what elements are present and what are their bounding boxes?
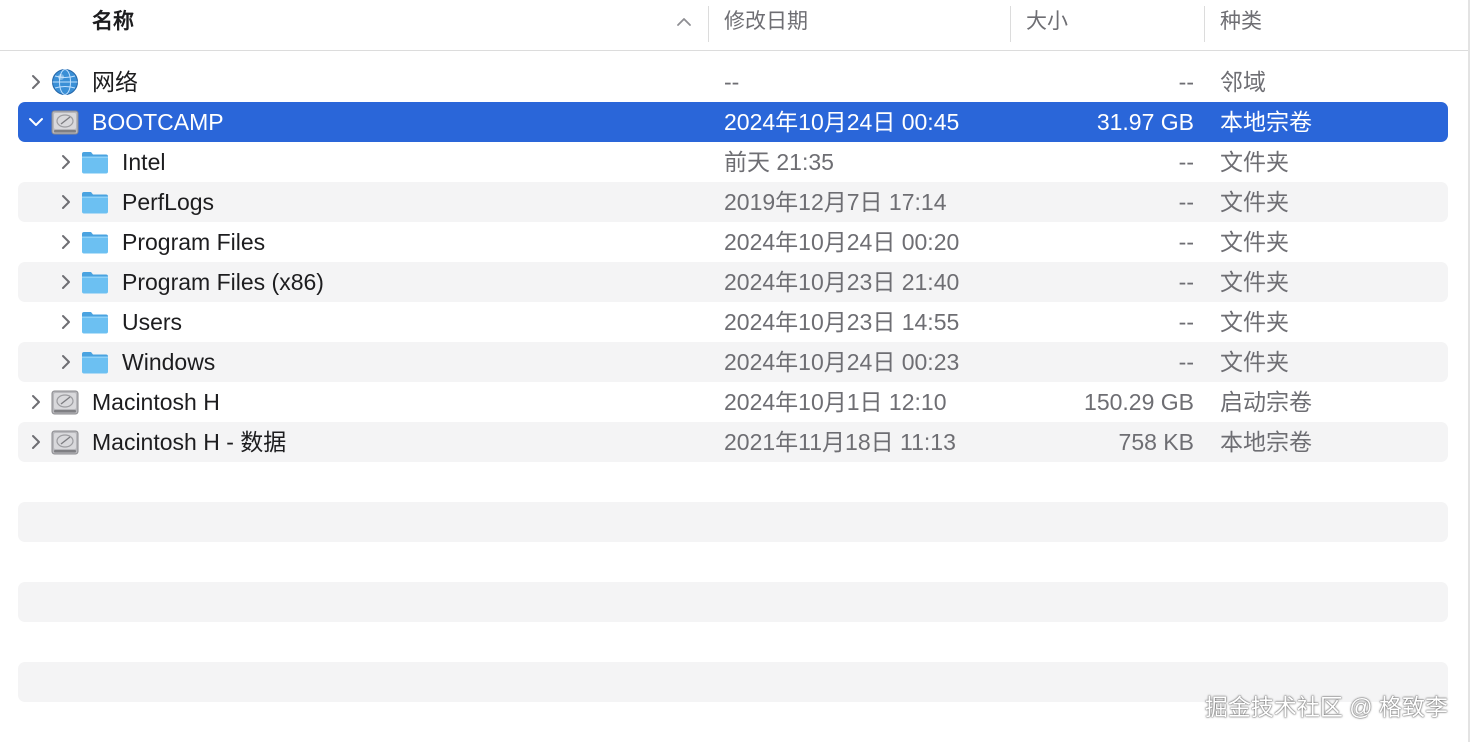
row-date: 2024年10月24日 00:20 [724, 229, 960, 255]
disclosure-chevron-right-icon[interactable] [58, 154, 74, 170]
row-name: PerfLogs [122, 189, 215, 215]
row-size: -- [1178, 149, 1194, 175]
folder-icon [82, 352, 108, 374]
finder-list-view: 名称 修改日期 大小 种类 网络 -- -- 邻域 BOOTCAMP 2024年10月24… [0, 0, 1470, 742]
row-date: 2021年11月18日 11:13 [724, 429, 956, 455]
row-name: Intel [122, 149, 166, 175]
folder-icon [82, 312, 108, 334]
column-header-name[interactable]: 名称 [92, 0, 134, 42]
table-row[interactable]: Program Files (x86) 2024年10月23日 21:40 -- 文件… [18, 262, 1448, 302]
row-size: -- [1178, 309, 1194, 335]
empty-row [18, 582, 1448, 622]
row-size: 31.97 GB [1096, 109, 1194, 135]
row-kind: 文件夹 [1220, 229, 1289, 255]
row-kind: 本地宗卷 [1220, 429, 1312, 455]
row-name: BOOTCAMP [92, 109, 224, 135]
hard-drive-icon [51, 110, 79, 135]
column-header-kind[interactable]: 种类 [1220, 0, 1262, 42]
disclosure-chevron-right-icon[interactable] [28, 394, 44, 410]
table-row[interactable]: Macintosh H - 数据 2021年11月18日 11:13 758 KB 本… [18, 422, 1448, 462]
table-row[interactable]: Macintosh H 2024年10月1日 12:10 150.29 GB 启动宗卷 [18, 382, 1448, 422]
table-row[interactable]: Intel 前天 21:35 -- 文件夹 [18, 142, 1448, 182]
row-name: Program Files (x86) [122, 269, 324, 295]
disclosure-chevron-right-icon[interactable] [58, 314, 74, 330]
table-row[interactable]: 网络 -- -- 邻域 [18, 62, 1448, 102]
row-date: -- [724, 69, 740, 95]
column-divider[interactable] [1010, 6, 1011, 42]
row-name: Macintosh H [92, 389, 220, 415]
row-kind: 文件夹 [1220, 349, 1289, 375]
table-row[interactable]: BOOTCAMP 2024年10月24日 00:45 31.97 GB 本地宗卷 [18, 102, 1448, 142]
table-row[interactable]: PerfLogs 2019年12月7日 17:14 -- 文件夹 [18, 182, 1448, 222]
row-kind: 本地宗卷 [1220, 109, 1312, 135]
hard-drive-icon [51, 430, 79, 455]
chevron-up-icon[interactable] [676, 14, 692, 30]
row-date: 2024年10月24日 00:23 [724, 349, 960, 375]
disclosure-chevron-right-icon[interactable] [28, 434, 44, 450]
row-date: 2024年10月1日 12:10 [724, 389, 947, 415]
column-divider[interactable] [708, 6, 709, 42]
hard-drive-icon [51, 390, 79, 415]
table-row[interactable]: Users 2024年10月23日 14:55 -- 文件夹 [18, 302, 1448, 342]
network-globe-icon [52, 69, 78, 95]
folder-icon [82, 192, 108, 214]
row-size: -- [1178, 69, 1194, 95]
row-date: 2019年12月7日 17:14 [724, 189, 947, 215]
row-kind: 文件夹 [1220, 189, 1289, 215]
column-header-size[interactable]: 大小 [1026, 0, 1068, 42]
disclosure-chevron-right-icon[interactable] [58, 234, 74, 250]
empty-row [18, 502, 1448, 542]
folder-icon [82, 232, 108, 254]
row-size: -- [1178, 229, 1194, 255]
column-header-bar: 名称 修改日期 大小 种类 [0, 0, 1468, 51]
disclosure-chevron-right-icon[interactable] [58, 274, 74, 290]
row-size: -- [1178, 189, 1194, 215]
row-date: 2024年10月23日 21:40 [724, 269, 960, 295]
row-size: 758 KB [1118, 429, 1194, 455]
row-name: Windows [122, 349, 216, 375]
row-date: 2024年10月23日 14:55 [724, 309, 960, 335]
table-row[interactable]: Windows 2024年10月24日 00:23 -- 文件夹 [18, 342, 1448, 382]
folder-icon [82, 272, 108, 294]
row-name: Program Files [122, 229, 266, 255]
row-kind: 启动宗卷 [1220, 389, 1312, 415]
column-header-date[interactable]: 修改日期 [724, 0, 808, 42]
row-size: -- [1178, 269, 1194, 295]
disclosure-chevron-right-icon[interactable] [58, 354, 74, 370]
disclosure-chevron-right-icon[interactable] [58, 194, 74, 210]
row-size: -- [1178, 349, 1194, 375]
disclosure-chevron-down-icon[interactable] [28, 114, 44, 130]
row-name: Users [122, 309, 183, 335]
row-name: 网络 [92, 69, 138, 95]
watermark: 掘金技术社区 @ 格致李 [1204, 694, 1448, 720]
row-kind: 文件夹 [1220, 149, 1289, 175]
row-kind: 文件夹 [1220, 269, 1289, 295]
row-kind: 文件夹 [1220, 309, 1289, 335]
row-name: Macintosh H - 数据 [92, 429, 287, 455]
folder-icon [82, 152, 108, 174]
table-row[interactable]: Program Files 2024年10月24日 00:20 -- 文件夹 [18, 222, 1448, 262]
row-date: 2024年10月24日 00:45 [724, 109, 960, 135]
row-kind: 邻域 [1220, 69, 1266, 95]
column-divider[interactable] [1204, 6, 1205, 42]
row-size: 150.29 GB [1084, 389, 1194, 415]
row-date: 前天 21:35 [724, 149, 834, 175]
disclosure-chevron-right-icon[interactable] [28, 74, 44, 90]
